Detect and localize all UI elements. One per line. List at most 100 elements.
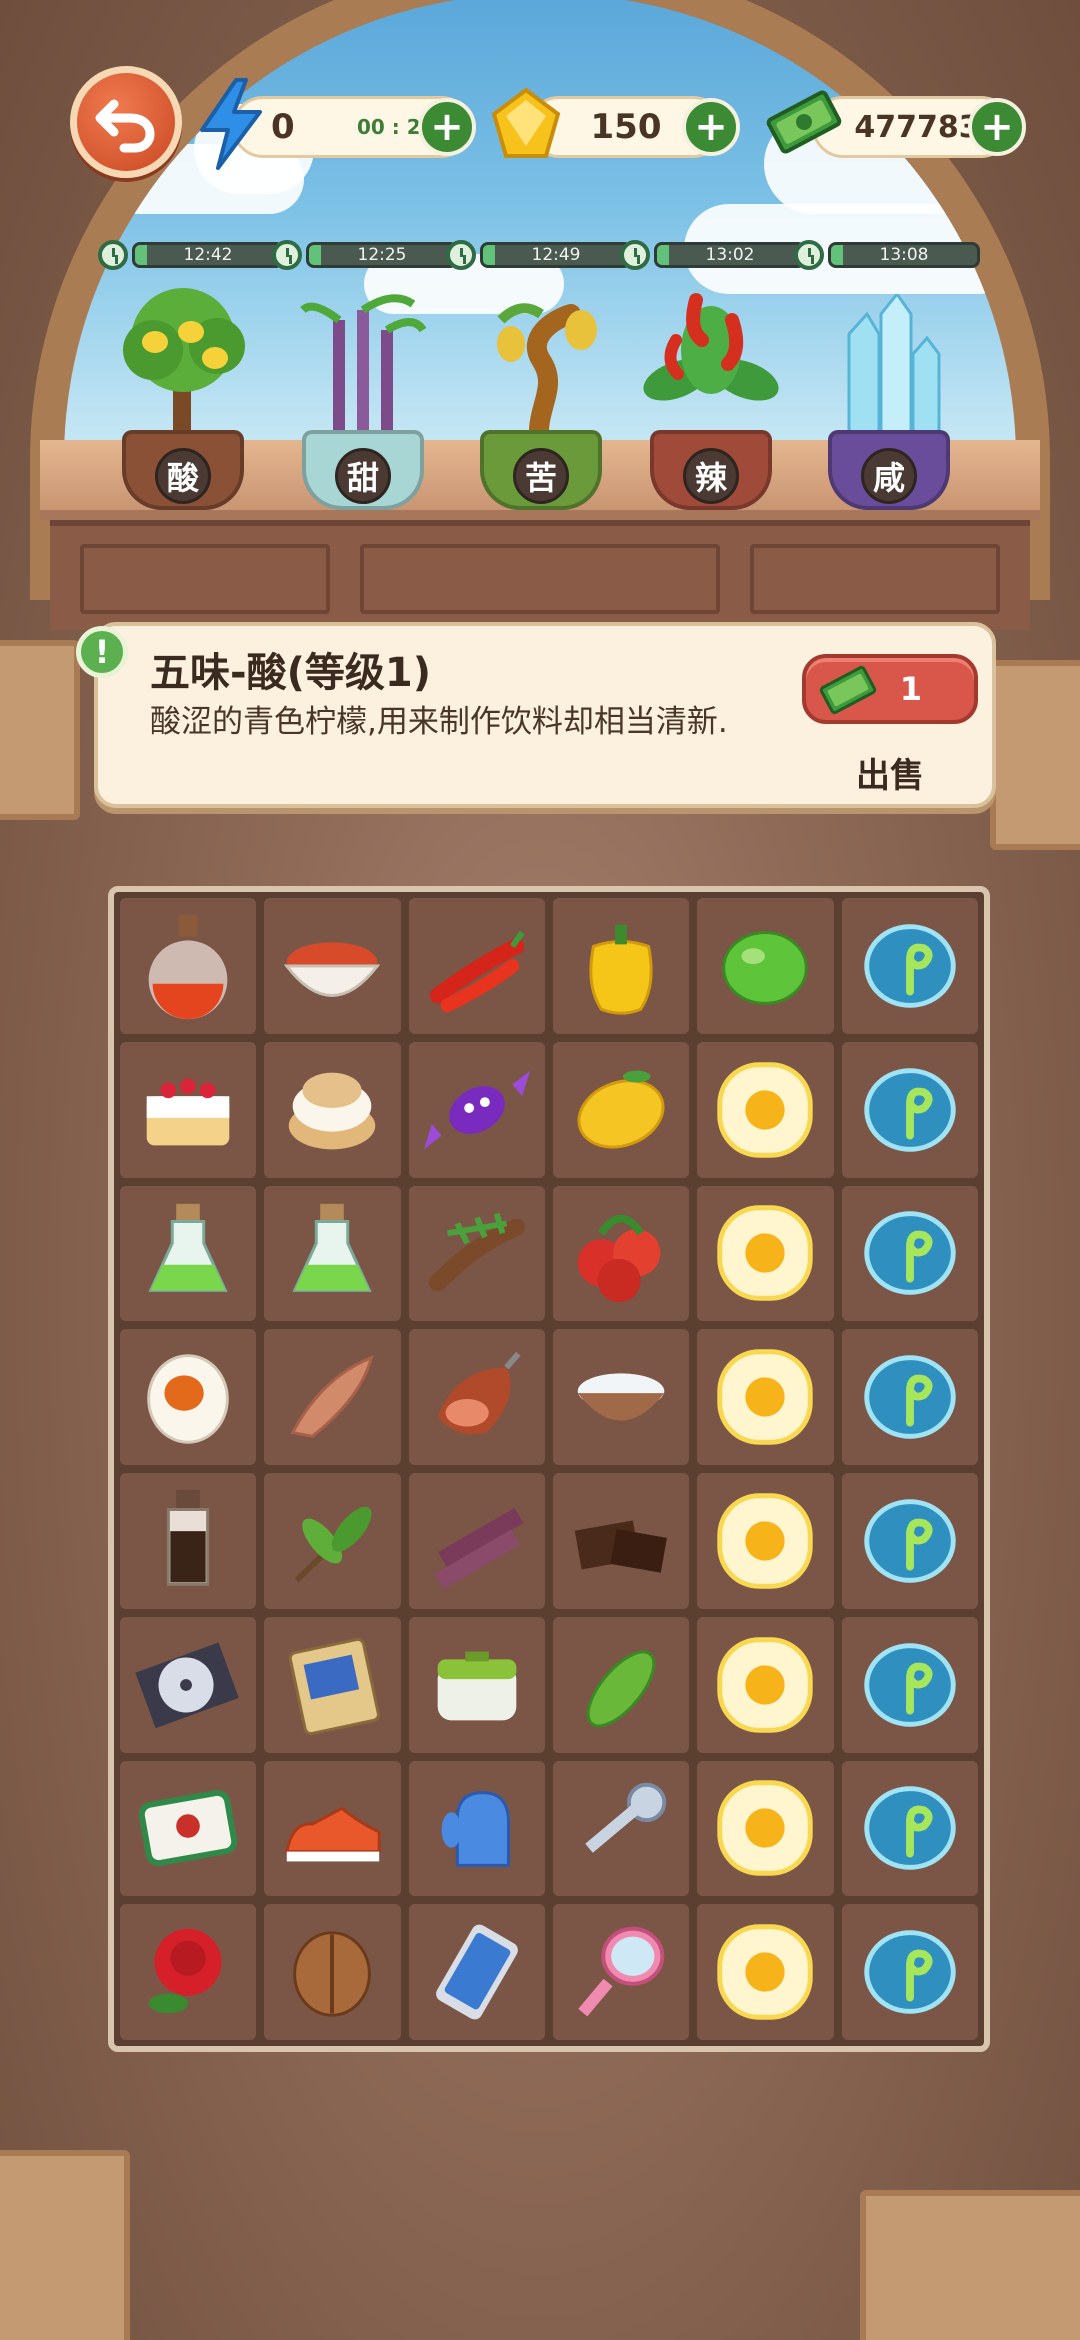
inventory-slot[interactable] — [697, 1904, 834, 2040]
gems-plus-button[interactable]: + — [682, 98, 740, 156]
pot-label: 苦 — [513, 448, 569, 504]
inventory-slot[interactable] — [120, 1616, 257, 1753]
inventory-slot[interactable] — [120, 1760, 257, 1897]
red-chili-icon — [429, 930, 525, 1013]
inventory-slot[interactable] — [697, 898, 834, 1034]
inventory-slot[interactable] — [264, 1041, 401, 1178]
inventory-slot[interactable] — [120, 1185, 257, 1322]
inventory-slot[interactable] — [120, 1473, 257, 1609]
item-title: 五味-酸(等级1) — [150, 650, 431, 696]
inventory-slot[interactable] — [841, 1616, 978, 1753]
inventory-slot[interactable] — [264, 1329, 401, 1465]
pot-timer-1: 12:42 — [98, 240, 284, 270]
sneaker-icon — [285, 1806, 382, 1862]
pot-sour[interactable]: 酸 — [108, 280, 258, 510]
pot-label: 辣 — [683, 448, 739, 504]
clock-icon — [446, 240, 476, 270]
inventory-slot[interactable] — [552, 1329, 690, 1465]
pot-salty[interactable]: 咸 — [814, 280, 964, 510]
sprout-bubble-icon — [864, 1930, 956, 2014]
inventory-slot[interactable] — [408, 1616, 545, 1753]
info-icon: ! — [76, 626, 128, 678]
hawthorn-icon — [577, 1215, 661, 1303]
bitter-melon-icon — [586, 1650, 656, 1727]
pot-label: 甜 — [335, 448, 391, 504]
inventory-slot[interactable] — [120, 1041, 257, 1178]
chili-plant-icon — [643, 293, 779, 401]
inventory-slot[interactable] — [552, 1760, 690, 1897]
pot-label: 咸 — [861, 448, 917, 504]
inventory-slot[interactable] — [408, 1185, 545, 1322]
inventory-slot[interactable] — [408, 1473, 545, 1609]
inventory-slot[interactable] — [841, 1904, 978, 2040]
inventory-slot[interactable] — [841, 1473, 978, 1609]
chocolate-icon — [574, 1520, 668, 1573]
item-info-panel: 五味-酸(等级1) 酸涩的青色柠檬,用来制作饮料却相当清新. 1 出售 — [94, 622, 996, 808]
sprout-bubble-icon — [864, 924, 956, 1008]
inventory-slot[interactable] — [264, 1904, 401, 2040]
soy-sauce-bottle-icon — [167, 1489, 210, 1586]
inventory-slot[interactable] — [697, 1329, 834, 1465]
inventory-slot[interactable] — [552, 1904, 690, 2040]
pot-sweet[interactable]: 甜 — [288, 280, 438, 510]
dried-fish-icon — [290, 1355, 374, 1439]
tea-leaf-icon — [295, 1506, 373, 1583]
inventory-slot[interactable] — [552, 1616, 690, 1753]
inventory-slot[interactable] — [841, 1041, 978, 1178]
sell-label[interactable]: 出售 — [856, 748, 924, 797]
sprout-bubble-icon — [864, 1786, 956, 1871]
sprout-bubble-icon — [864, 1211, 956, 1296]
salted-egg-icon — [147, 1354, 229, 1444]
inventory-slot[interactable] — [120, 898, 257, 1034]
fried-egg-icon — [717, 1493, 814, 1589]
inventory-slot[interactable] — [264, 898, 401, 1034]
cash-icon — [762, 80, 846, 168]
inventory-slot[interactable] — [408, 1041, 545, 1178]
inventory-slot[interactable] — [841, 1185, 978, 1322]
inventory-slot[interactable] — [697, 1041, 834, 1178]
tamarind-icon — [428, 1213, 525, 1292]
ham-icon — [437, 1351, 521, 1435]
inventory-slot[interactable] — [552, 1185, 690, 1322]
inventory-slot[interactable] — [408, 898, 545, 1034]
inventory-slot[interactable] — [408, 1904, 545, 2040]
inventory-slot[interactable] — [552, 1041, 690, 1178]
inventory-slot[interactable] — [408, 1760, 545, 1897]
inventory-slot[interactable] — [264, 1616, 401, 1753]
gems-value: 150 — [590, 107, 662, 147]
inventory-slot[interactable] — [408, 1329, 545, 1465]
crate-bottom-right — [860, 2190, 1080, 2340]
back-button[interactable] — [70, 66, 182, 178]
crate-bottom-left — [0, 2150, 130, 2340]
blue-glove-icon — [441, 1791, 510, 1868]
hand-mirror-icon — [578, 1926, 665, 2017]
smartphone-icon — [435, 1924, 518, 2020]
inventory-slot[interactable] — [697, 1760, 834, 1897]
inventory-slot[interactable] — [264, 1185, 401, 1322]
inventory-slot[interactable] — [841, 898, 978, 1034]
pot-bitter[interactable]: 苦 — [466, 280, 616, 510]
inventory-slot[interactable] — [120, 1904, 257, 2040]
pot-label: 酸 — [155, 448, 211, 504]
inventory-slot[interactable] — [841, 1329, 978, 1465]
inventory-slot[interactable] — [264, 1760, 401, 1897]
inventory-slot[interactable] — [697, 1185, 834, 1322]
lime-icon — [722, 930, 809, 1005]
inventory-slot[interactable] — [841, 1760, 978, 1897]
cash-plus-button[interactable]: + — [968, 98, 1026, 156]
sell-button[interactable]: 1 — [802, 654, 978, 724]
inventory-slot[interactable] — [264, 1473, 401, 1609]
inventory-slot[interactable] — [120, 1329, 257, 1465]
energy-plus-button[interactable]: + — [418, 98, 476, 156]
green-potion-icon — [292, 1204, 373, 1293]
inventory-grid — [108, 886, 990, 2052]
sprout-bubble-icon — [864, 1499, 956, 1583]
wooden-cabinet — [50, 520, 1030, 630]
inventory-slot[interactable] — [552, 1473, 690, 1609]
salt-bowl-icon — [577, 1373, 665, 1421]
inventory-slot[interactable] — [552, 898, 690, 1034]
sugarcane-stick-icon — [434, 1507, 524, 1589]
inventory-slot[interactable] — [697, 1616, 834, 1753]
inventory-slot[interactable] — [697, 1473, 834, 1609]
pot-spicy[interactable]: 辣 — [636, 280, 786, 510]
